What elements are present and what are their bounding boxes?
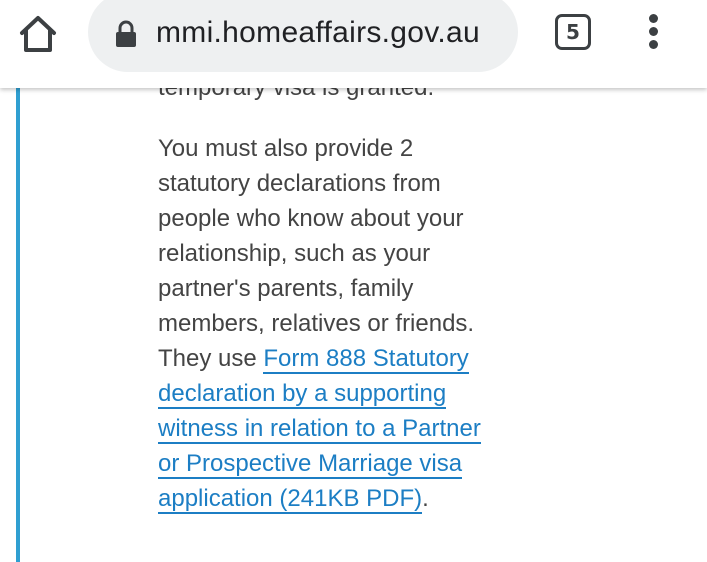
url-text[interactable]: mmi.homeaffairs.gov.au (156, 15, 480, 51)
home-button[interactable] (16, 12, 60, 56)
menu-dot (649, 40, 658, 49)
browser-toolbar: mmi.homeaffairs.gov.au 5 (0, 0, 707, 88)
menu-dot (649, 14, 658, 23)
paragraph-text: You must also provide 2 statutory declar… (158, 135, 475, 372)
callout-accent-bar (16, 80, 20, 562)
tab-switcher-button[interactable]: 5 (555, 14, 591, 50)
more-vertical-icon[interactable] (644, 14, 664, 50)
home-icon (20, 16, 56, 52)
address-bar[interactable]: mmi.homeaffairs.gov.au (88, 0, 518, 72)
statutory-declaration-paragraph: You must also provide 2 statutory declar… (158, 131, 503, 516)
lock-icon (114, 20, 138, 48)
menu-dot (649, 27, 658, 36)
paragraph-end: . (422, 485, 429, 512)
